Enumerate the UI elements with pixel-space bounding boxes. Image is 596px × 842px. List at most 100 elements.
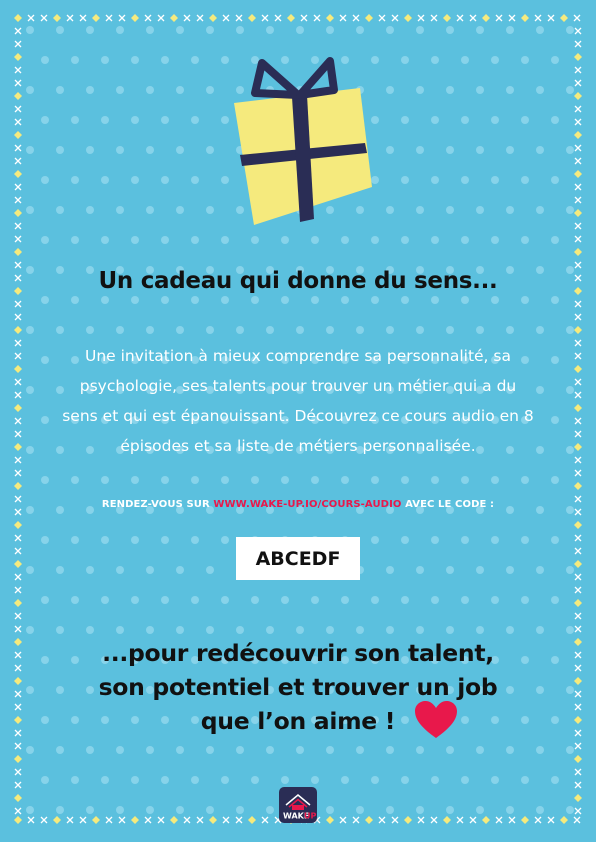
border-cross: [574, 586, 582, 594]
heart-icon: [415, 701, 457, 738]
border-diamond: [170, 14, 178, 22]
border-cross: [574, 222, 582, 230]
border-diamond: [326, 14, 334, 22]
border-cross: [144, 14, 152, 22]
border-cross: [469, 14, 477, 22]
border-diamond: [14, 53, 22, 61]
border-cross: [574, 391, 582, 399]
border-diamond: [248, 14, 256, 22]
border-cross: [118, 816, 126, 824]
border-cross: [574, 27, 582, 35]
border-diamond: [14, 443, 22, 451]
border-diamond: [53, 14, 61, 22]
border-cross: [222, 816, 230, 824]
border-diamond: [574, 209, 582, 217]
border-cross: [430, 816, 438, 824]
closing-line-1: ...pour redécouvrir son talent,: [102, 639, 494, 667]
border-cross: [14, 235, 22, 243]
border-cross: [574, 352, 582, 360]
border-diamond: [248, 816, 256, 824]
border-diamond: [574, 131, 582, 139]
wake-up-logo: WAKE UP: [279, 787, 317, 823]
border-cross: [14, 27, 22, 35]
border-cross: [574, 469, 582, 477]
border-cross: [574, 417, 582, 425]
border-cross: [14, 742, 22, 750]
border-cross: [574, 339, 582, 347]
border-cross: [534, 14, 542, 22]
border-cross: [574, 456, 582, 464]
border-diamond: [560, 14, 568, 22]
border-cross: [417, 816, 425, 824]
border-cross: [79, 816, 87, 824]
border-cross: [574, 547, 582, 555]
border-cross: [574, 768, 582, 776]
gift-code-box: ABCEDF: [236, 537, 360, 580]
border-cross: [456, 14, 464, 22]
border-diamond: [14, 248, 22, 256]
border-diamond: [574, 443, 582, 451]
gift-card: Un cadeau qui donne du sens... Une invit…: [0, 0, 596, 842]
border-diamond: [574, 248, 582, 256]
border-cross: [574, 807, 582, 815]
border-cross: [235, 14, 243, 22]
border-cross: [574, 612, 582, 620]
border-diamond: [404, 14, 412, 22]
closing-line-2: son potentiel et trouver un job: [98, 673, 498, 701]
border-cross: [14, 105, 22, 113]
border-cross: [105, 816, 113, 824]
border-cross: [574, 781, 582, 789]
border-cross: [469, 816, 477, 824]
border-diamond: [131, 14, 139, 22]
border-diamond: [170, 816, 178, 824]
border-diamond: [482, 14, 490, 22]
border-diamond: [574, 92, 582, 100]
border-cross: [14, 222, 22, 230]
page-title: Un cadeau qui donne du sens...: [98, 268, 498, 294]
border-cross: [14, 625, 22, 633]
border-cross: [574, 144, 582, 152]
border-cross: [27, 816, 35, 824]
border-cross: [14, 183, 22, 191]
border-diamond: [365, 816, 373, 824]
border-cross: [456, 816, 464, 824]
border-cross: [14, 352, 22, 360]
border-cross: [261, 816, 269, 824]
border-cross: [573, 816, 581, 824]
border-cross: [14, 144, 22, 152]
gift-icon: [234, 57, 372, 225]
border-cross: [574, 573, 582, 581]
border-cross: [574, 430, 582, 438]
closing-line-3: que l’on aime !: [200, 707, 396, 735]
border-diamond: [14, 521, 22, 529]
border-diamond: [131, 816, 139, 824]
border-cross: [118, 14, 126, 22]
description-text: Une invitation à mieux comprendre sa per…: [62, 347, 534, 455]
border-cross: [274, 14, 282, 22]
border-cross: [157, 14, 165, 22]
border-cross: [183, 816, 191, 824]
border-cross: [391, 816, 399, 824]
border-cross: [14, 469, 22, 477]
border-cross: [547, 816, 555, 824]
border-cross: [14, 612, 22, 620]
border-diamond: [14, 92, 22, 100]
border-cross: [508, 816, 516, 824]
border-diamond: [92, 816, 100, 824]
border-diamond: [574, 599, 582, 607]
course-link[interactable]: WWW.WAKE-UP.IO/COURS-AUDIO: [213, 499, 401, 510]
border-cross: [14, 768, 22, 776]
border-diamond: [482, 816, 490, 824]
border-diamond: [404, 816, 412, 824]
border-diamond: [14, 14, 22, 22]
border-cross: [14, 430, 22, 438]
call-to-action: RENDEZ-VOUS SUR WWW.WAKE-UP.IO/COURS-AUD…: [0, 499, 596, 510]
border-diamond: [14, 170, 22, 178]
border-cross: [547, 14, 555, 22]
border-cross: [14, 40, 22, 48]
border-cross: [14, 781, 22, 789]
border-cross: [157, 816, 165, 824]
border-cross: [196, 14, 204, 22]
border-diamond: [574, 560, 582, 568]
border-diamond: [14, 209, 22, 217]
